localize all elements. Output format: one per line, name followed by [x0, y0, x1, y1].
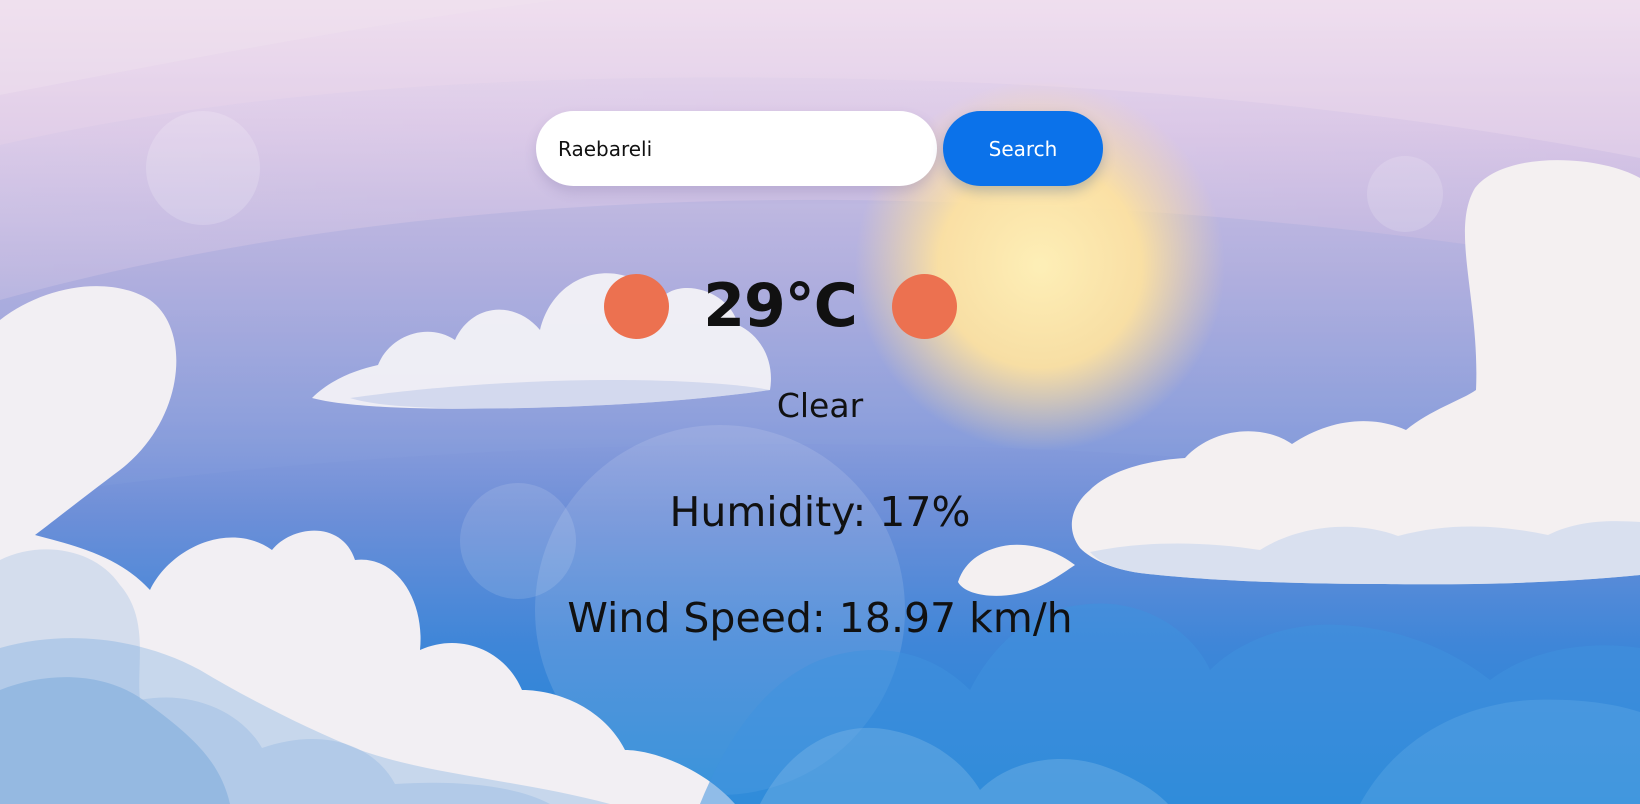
- search-button[interactable]: Search: [943, 111, 1103, 186]
- weather-condition: Clear: [776, 386, 864, 425]
- bubble-left: [146, 111, 260, 225]
- weather-icon-right: [892, 274, 957, 339]
- cloud-right-edge: [958, 544, 1075, 596]
- search-input[interactable]: [558, 136, 915, 161]
- wind-speed-text: Wind Speed: 18.97 km/h: [567, 594, 1073, 642]
- search-box[interactable]: [536, 111, 937, 186]
- bubble-right: [1367, 156, 1443, 232]
- temperature-value: 29°C: [703, 271, 858, 341]
- weather-app: Search 29°C Clear Humidity: 17% Wind Spe…: [0, 0, 1640, 804]
- humidity-text: Humidity: 17%: [669, 488, 971, 536]
- weather-icon-left: [604, 274, 669, 339]
